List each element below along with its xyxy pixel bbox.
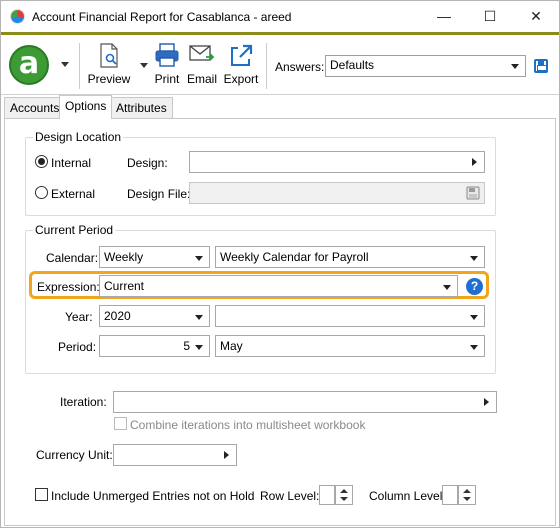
chevron-right-icon xyxy=(224,451,229,459)
combine-iterations-label: Combine iterations into multisheet workb… xyxy=(130,418,366,432)
calendar-type-value: Weekly xyxy=(104,250,144,264)
answers-label: Answers: xyxy=(275,60,325,74)
row-level-field[interactable] xyxy=(319,485,335,505)
answers-dropdown[interactable]: Defaults xyxy=(325,55,526,77)
app-pie-icon xyxy=(10,9,25,24)
currency-unit-field[interactable] xyxy=(113,444,237,466)
preview-label: Preview xyxy=(87,72,131,86)
chevron-down-icon xyxy=(443,285,451,290)
title-bar: Account Financial Report for Casablanca … xyxy=(1,1,559,32)
iteration-label: Iteration: xyxy=(60,395,107,409)
period-name-dropdown[interactable]: May xyxy=(215,335,485,357)
row-level-label: Row Level: xyxy=(260,489,320,503)
year-value: 2020 xyxy=(104,309,131,323)
chevron-down-icon xyxy=(195,315,203,320)
minimize-button[interactable]: — xyxy=(421,1,467,32)
toolbar-separator xyxy=(79,43,80,89)
toolbar-separator xyxy=(266,43,267,89)
chevron-down-icon xyxy=(511,64,519,69)
print-label: Print xyxy=(154,72,180,86)
internal-label: Internal xyxy=(51,156,92,170)
help-icon[interactable]: ? xyxy=(466,278,483,295)
email-label: Email xyxy=(186,72,217,86)
period-name-value: May xyxy=(220,339,243,353)
unmerged-entries-checkbox[interactable] xyxy=(35,488,48,501)
design-location-group: Design Location xyxy=(25,130,496,216)
calendar-label: Calendar: xyxy=(46,251,99,265)
email-envelope-icon xyxy=(189,45,215,61)
save-disk-icon xyxy=(466,186,480,200)
chevron-down-icon xyxy=(195,256,203,261)
export-button[interactable]: Export xyxy=(222,41,260,89)
calendar-name-dropdown[interactable]: Weekly Calendar for Payroll xyxy=(215,246,485,268)
combine-iterations-checkbox[interactable] xyxy=(114,417,127,430)
group-title: Design Location xyxy=(33,130,124,144)
design-file-label: Design File: xyxy=(127,187,191,201)
chevron-right-icon xyxy=(484,398,489,406)
chevron-right-icon xyxy=(472,158,477,166)
column-level-field[interactable] xyxy=(442,485,458,505)
preview-document-icon xyxy=(100,43,118,68)
print-button[interactable]: Print xyxy=(152,41,182,89)
column-level-spinner[interactable] xyxy=(458,485,476,505)
email-button[interactable]: Email xyxy=(186,41,218,89)
app-logo-icon[interactable]: a xyxy=(9,45,49,85)
maximize-button[interactable]: ☐ xyxy=(467,1,513,32)
answers-value: Defaults xyxy=(330,58,375,72)
chevron-down-icon xyxy=(195,345,203,350)
toolbar: a Preview Print Email Export Answers: De… xyxy=(1,35,559,95)
period-value: 5 xyxy=(183,339,190,353)
design-field[interactable] xyxy=(189,151,485,173)
unmerged-entries-label: Include Unmerged Entries not on Hold xyxy=(51,489,255,503)
design-file-field xyxy=(189,182,485,204)
preview-dropdown-arrow-icon[interactable] xyxy=(140,63,148,68)
year-label: Year: xyxy=(65,310,93,324)
chevron-down-icon xyxy=(470,345,478,350)
tab-attributes[interactable]: Attributes xyxy=(110,97,173,119)
window-title: Account Financial Report for Casablanca … xyxy=(32,10,292,24)
year-extra-dropdown[interactable] xyxy=(215,305,485,327)
expression-value: Current xyxy=(104,279,145,293)
tab-accounts[interactable]: Accounts xyxy=(4,97,66,119)
preview-button[interactable]: Preview xyxy=(85,41,133,89)
external-radio[interactable] xyxy=(35,186,48,199)
calendar-name-value: Weekly Calendar for Payroll xyxy=(220,250,369,264)
chevron-down-icon xyxy=(470,315,478,320)
expression-dropdown[interactable]: Current xyxy=(99,275,458,297)
period-dropdown[interactable]: 5 xyxy=(99,335,210,357)
period-label: Period: xyxy=(58,340,97,354)
save-answers-icon[interactable] xyxy=(534,59,548,73)
report-window: Account Financial Report for Casablanca … xyxy=(0,0,560,528)
year-dropdown[interactable]: 2020 xyxy=(99,305,210,327)
row-level-spinner[interactable] xyxy=(335,485,353,505)
export-arrow-icon xyxy=(231,44,253,66)
expression-label: Expression: xyxy=(37,280,100,294)
external-label: External xyxy=(51,187,96,201)
tab-strip: Accounts Options Attributes xyxy=(1,95,559,119)
printer-icon xyxy=(155,43,179,67)
tab-options[interactable]: Options xyxy=(59,95,113,119)
iteration-field[interactable] xyxy=(113,391,497,413)
currency-unit-label: Currency Unit: xyxy=(36,448,113,462)
chevron-down-icon xyxy=(470,256,478,261)
export-label: Export xyxy=(223,72,259,86)
column-level-label: Column Level: xyxy=(369,489,446,503)
design-label: Design: xyxy=(127,156,168,170)
calendar-type-dropdown[interactable]: Weekly xyxy=(99,246,210,268)
group-title: Current Period xyxy=(33,223,116,237)
logo-menu-arrow-icon[interactable] xyxy=(61,62,69,67)
internal-radio[interactable] xyxy=(35,155,48,168)
close-button[interactable]: ✕ xyxy=(513,1,559,32)
